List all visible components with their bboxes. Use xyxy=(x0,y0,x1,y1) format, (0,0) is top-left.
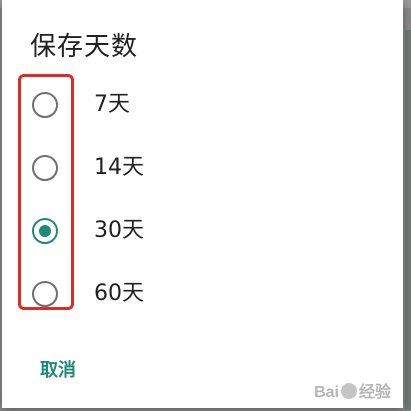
watermark-text-right: 经验 xyxy=(358,384,391,401)
annotation-highlight-box xyxy=(18,74,74,310)
option-label: 30天 xyxy=(94,218,144,243)
watermark-text-left: Bai xyxy=(314,384,339,401)
baidu-watermark: Bai 经验 xyxy=(314,378,391,402)
option-label: 14天 xyxy=(94,155,144,180)
retention-days-dialog: 保存天数 7天 14天 30天 60天 取消 Bai 经验 xyxy=(2,0,403,408)
option-label: 7天 xyxy=(94,92,130,117)
background-right-strip xyxy=(405,30,411,410)
dialog-title: 保存天数 xyxy=(30,32,139,62)
option-label: 60天 xyxy=(94,281,144,306)
cancel-button[interactable]: 取消 xyxy=(40,356,76,382)
paw-icon xyxy=(340,383,357,399)
